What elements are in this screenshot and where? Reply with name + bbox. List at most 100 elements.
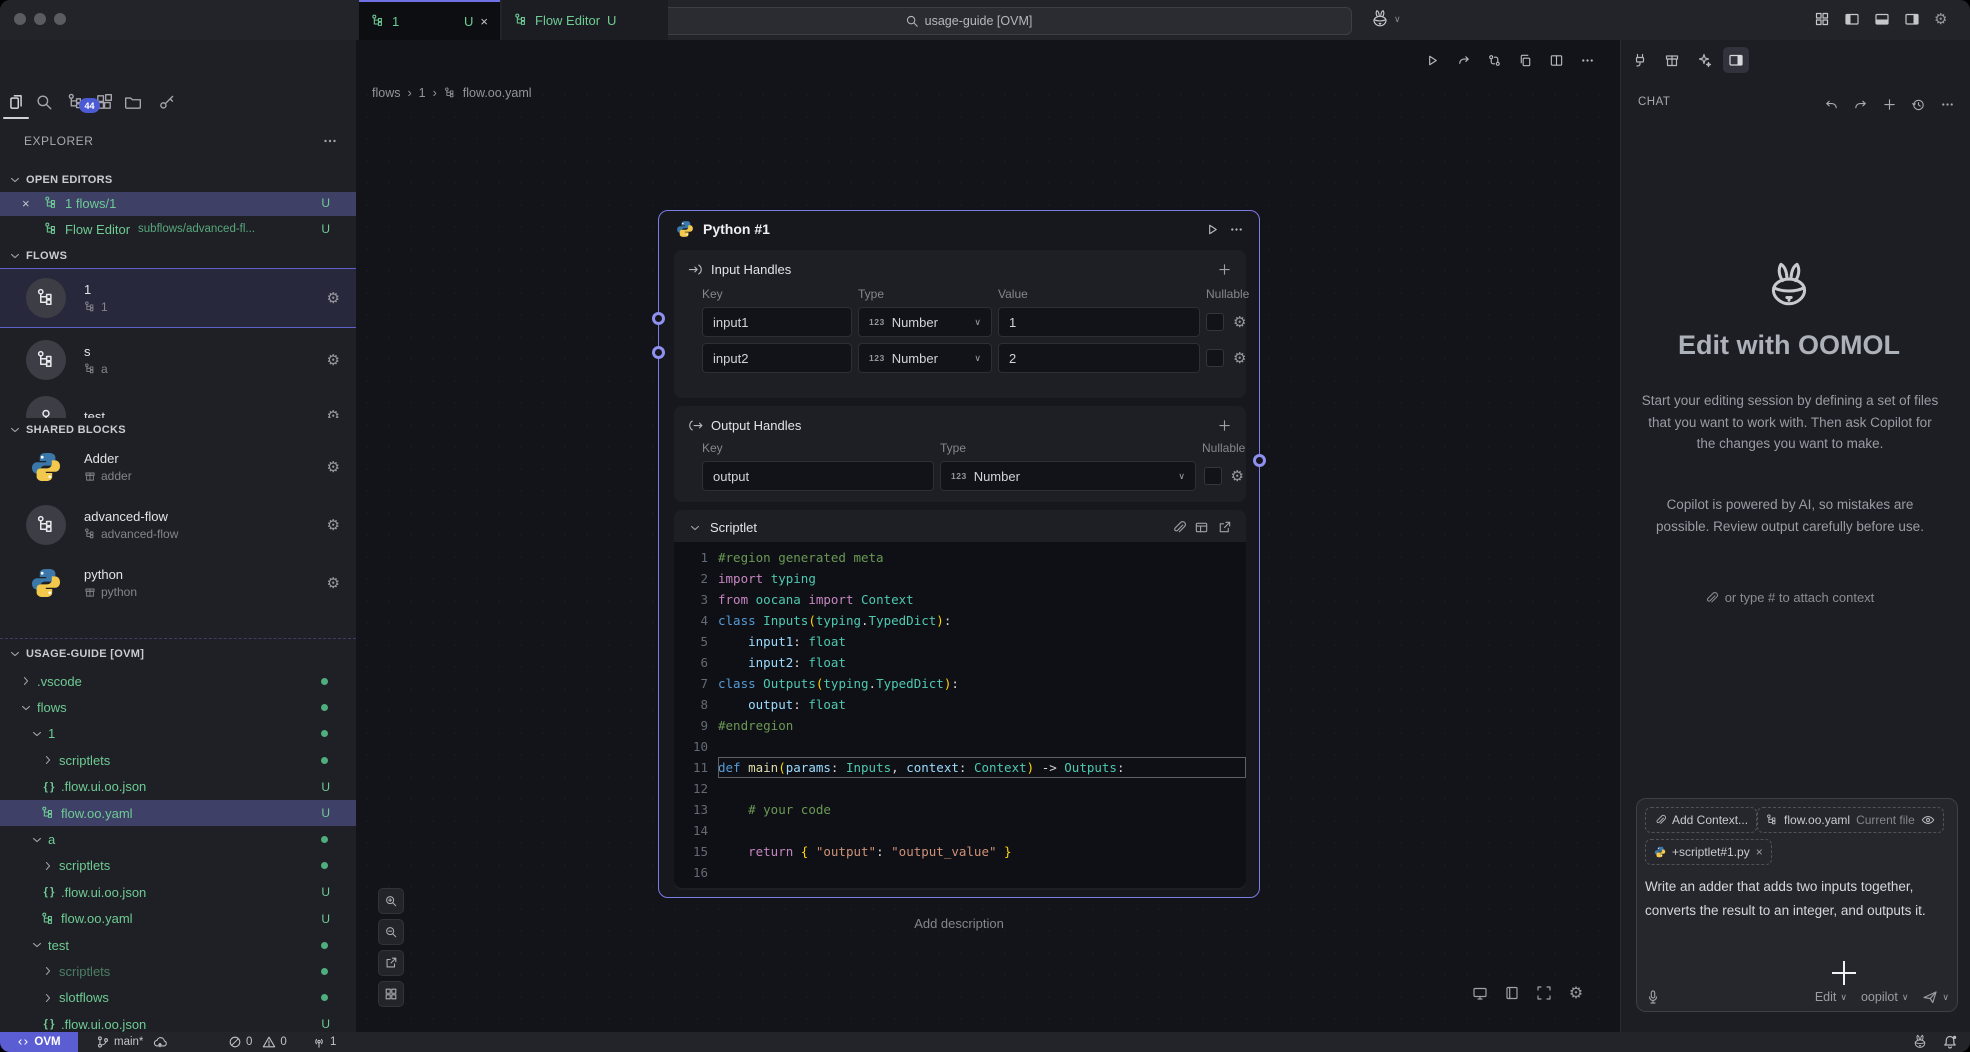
tree-item-flows[interactable]: flows	[0, 694, 356, 720]
flow-card-1[interactable]: 11⚙	[0, 268, 356, 328]
explorer-activity-button[interactable]	[4, 90, 28, 114]
editor-more-button[interactable]	[1576, 49, 1598, 71]
minimap-button[interactable]	[378, 981, 404, 1007]
chat-more-button[interactable]	[1938, 95, 1956, 113]
package-button[interactable]	[1659, 47, 1685, 73]
layout-grid-button[interactable]	[1814, 11, 1830, 27]
context-chip[interactable]: Add Context...	[1645, 807, 1757, 833]
handle-settings-button[interactable]: ⚙	[1233, 315, 1246, 330]
context-chip[interactable]: flow.oo.yamlCurrent file	[1757, 807, 1944, 833]
tree-item-scriptlets[interactable]: scriptlets	[0, 853, 356, 879]
panel-bottom-toggle-button[interactable]	[1874, 11, 1890, 27]
chat-view-button[interactable]	[1723, 47, 1749, 73]
settings-gear-button[interactable]: ⚙	[1934, 11, 1947, 27]
flow-card-s[interactable]: sa⚙	[0, 332, 356, 388]
node-more-button[interactable]	[1229, 222, 1244, 237]
breadcrumb-item[interactable]: flows	[372, 86, 400, 100]
chat-undo-button[interactable]	[1822, 95, 1840, 113]
shared-block-Adder[interactable]: Adderadder⚙	[0, 440, 356, 494]
key-input[interactable]: output	[702, 461, 934, 491]
copy-file-button[interactable]	[1514, 49, 1536, 71]
run-node-button[interactable]	[1205, 222, 1220, 237]
tree-item-.flow.ui.oo.json[interactable]: { }.flow.ui.oo.jsonU	[0, 879, 356, 905]
flow-settings-button[interactable]: ⚙	[327, 409, 340, 419]
sparkle-button[interactable]	[1691, 47, 1717, 73]
run-flow-button[interactable]	[1421, 49, 1443, 71]
minimize-window-button[interactable]	[34, 13, 46, 25]
log-button[interactable]	[1502, 983, 1522, 1003]
shared-blocks-header[interactable]: SHARED BLOCKS	[0, 418, 356, 442]
flows-header[interactable]: FLOWS	[0, 244, 356, 268]
maximize-window-button[interactable]	[54, 13, 66, 25]
key-input[interactable]: input1	[702, 307, 852, 337]
git-branch-button[interactable]: main*	[96, 1032, 167, 1052]
panel-right-toggle-button[interactable]	[1904, 11, 1920, 27]
sync-cloud-icon[interactable]	[153, 1035, 167, 1049]
tab-close-button[interactable]: ×	[480, 14, 488, 29]
canvas-settings-button[interactable]: ⚙	[1566, 983, 1586, 1003]
chat-history-button[interactable]	[1909, 95, 1927, 113]
new-chat-button[interactable]	[1880, 95, 1898, 113]
breadcrumb-item[interactable]: 1	[419, 86, 426, 100]
search-activity-button[interactable]	[32, 90, 56, 114]
explorer-more-button[interactable]	[322, 133, 338, 149]
close-editor-button[interactable]: ×	[22, 196, 44, 211]
type-select[interactable]: 123Number∨	[858, 307, 992, 337]
step-back-button[interactable]	[1452, 49, 1474, 71]
key-input[interactable]: input2	[702, 343, 852, 373]
shared-block-python[interactable]: pythonpython⚙	[0, 556, 356, 610]
flow-settings-button[interactable]: ⚙	[327, 291, 340, 306]
block-settings-button[interactable]: ⚙	[327, 518, 340, 533]
tree-item-1[interactable]: 1	[0, 721, 356, 747]
command-center-search[interactable]: usage-guide [OVM]	[585, 7, 1352, 35]
panel-left-toggle-button[interactable]	[1844, 11, 1860, 27]
workspace-header[interactable]: USAGE-GUIDE [OVM]	[0, 642, 356, 666]
nullable-checkbox[interactable]	[1204, 467, 1222, 485]
zoom-in-button[interactable]	[378, 888, 404, 914]
eye-icon[interactable]	[1921, 813, 1935, 827]
shared-block-advanced-flow[interactable]: advanced-flowadvanced-flow⚙	[0, 498, 356, 552]
code-editor[interactable]: 1#region generated meta2import typing3fr…	[674, 542, 1246, 888]
tree-item-slotflows[interactable]: slotflows	[0, 985, 356, 1011]
type-select[interactable]: 123Number∨	[858, 343, 992, 373]
split-editor-button[interactable]	[1545, 49, 1567, 71]
input1-connection-handle[interactable]	[652, 312, 665, 325]
tree-item-flow.oo.yaml[interactable]: flow.oo.yamlU	[0, 800, 356, 826]
flow-card-test[interactable]: test⚙	[0, 388, 356, 418]
problems-button[interactable]: 0 0	[228, 1032, 287, 1052]
breadcrumb-item[interactable]: flow.oo.yaml	[463, 86, 532, 100]
tree-item-scriptlets[interactable]: scriptlets	[0, 958, 356, 984]
nullable-checkbox[interactable]	[1206, 313, 1224, 331]
block-settings-button[interactable]: ⚙	[327, 576, 340, 591]
block-settings-button[interactable]: ⚙	[327, 460, 340, 475]
remove-chip-button[interactable]: ×	[1756, 845, 1763, 859]
tab-flow-1[interactable]: 1 U ×	[359, 0, 500, 40]
open-docs-button[interactable]	[1194, 520, 1209, 535]
tree-item-test[interactable]: test	[0, 932, 356, 958]
output-connection-handle[interactable]	[1253, 454, 1266, 467]
remote-ovm-button[interactable]: OVM	[0, 1032, 78, 1052]
open-editor-item[interactable]: ×1 flows/1U	[0, 190, 356, 216]
send-button[interactable]: ∨	[1922, 989, 1949, 1005]
value-input[interactable]: 1	[998, 307, 1200, 337]
fullscreen-button[interactable]	[1534, 983, 1554, 1003]
rabbit-status-button[interactable]	[1912, 1034, 1928, 1050]
model-selector[interactable]: oopilot∨	[1861, 990, 1908, 1004]
handle-settings-button[interactable]: ⚙	[1231, 469, 1244, 484]
tree-item-scriptlets[interactable]: scriptlets	[0, 747, 356, 773]
value-input[interactable]: 2	[998, 343, 1200, 373]
chat-input-box[interactable]: Add Context...flow.oo.yamlCurrent file+s…	[1636, 798, 1958, 1012]
input2-connection-handle[interactable]	[652, 346, 665, 359]
attach-scriptlet-button[interactable]	[1171, 520, 1186, 535]
handle-settings-button[interactable]: ⚙	[1233, 351, 1246, 366]
close-window-button[interactable]	[14, 13, 26, 25]
chat-message-text[interactable]: Write an adder that adds two inputs toge…	[1645, 875, 1945, 922]
fit-view-button[interactable]	[378, 950, 404, 976]
flow-settings-button[interactable]: ⚙	[327, 353, 340, 368]
compare-button[interactable]	[1483, 49, 1505, 71]
secrets-activity-button[interactable]	[155, 90, 179, 114]
chat-redo-button[interactable]	[1851, 95, 1869, 113]
console-button[interactable]	[1470, 983, 1490, 1003]
folder-activity-button[interactable]	[121, 90, 145, 114]
add-output-button[interactable]	[1217, 418, 1232, 433]
